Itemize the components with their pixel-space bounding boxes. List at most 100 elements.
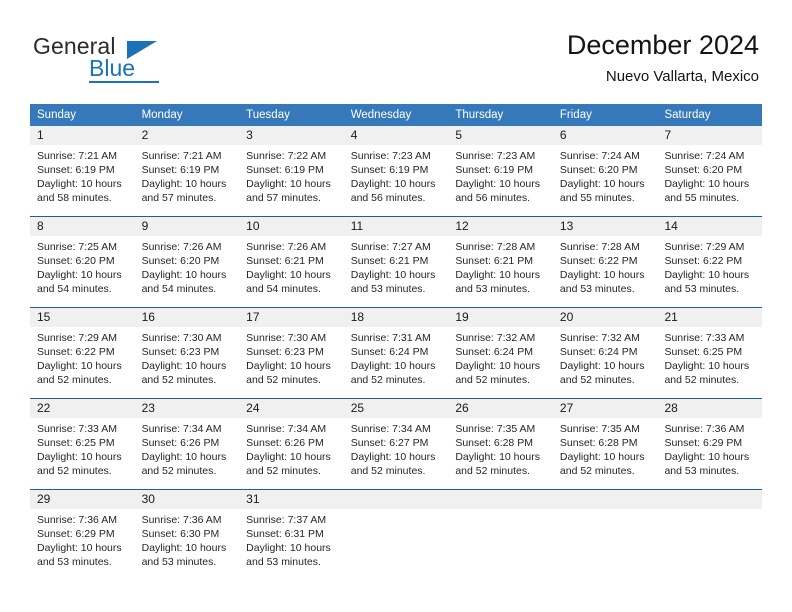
- day-cell[interactable]: Sunrise: 7:25 AM Sunset: 6:20 PM Daylight:…: [30, 236, 135, 307]
- day-number[interactable]: 31: [239, 490, 344, 509]
- day-sunset-text: Sunset: 6:24 PM: [455, 346, 533, 358]
- day-cell[interactable]: Sunrise: 7:26 AM Sunset: 6:21 PM Daylight:…: [239, 236, 344, 307]
- day-daylight-text: and 56 minutes.: [350, 192, 426, 204]
- day-daylight-text: and 57 minutes.: [141, 192, 217, 204]
- day-cell[interactable]: Sunrise: 7:28 AM Sunset: 6:22 PM Daylight:…: [553, 236, 658, 307]
- day-cell[interactable]: Sunrise: 7:29 AM Sunset: 6:22 PM Daylight:…: [657, 236, 762, 307]
- day-number[interactable]: 18: [344, 308, 449, 327]
- day-sunrise-text: Sunrise: 7:37 AM: [246, 514, 327, 526]
- day-number[interactable]: 8: [30, 217, 135, 236]
- day-cell-empty: [448, 509, 553, 575]
- day-cell[interactable]: Sunrise: 7:32 AM Sunset: 6:24 PM Daylight:…: [553, 327, 658, 398]
- day-cell[interactable]: Sunrise: 7:36 AM Sunset: 6:29 PM Daylight:…: [30, 509, 135, 575]
- day-cell[interactable]: Sunrise: 7:21 AM Sunset: 6:19 PM Daylight:…: [135, 145, 240, 216]
- day-cell[interactable]: Sunrise: 7:34 AM Sunset: 6:26 PM Daylight:…: [239, 418, 344, 489]
- day-cell[interactable]: Sunrise: 7:36 AM Sunset: 6:29 PM Daylight:…: [657, 418, 762, 489]
- day-number[interactable]: 7: [657, 126, 762, 145]
- week-daynumber-strip: 15 16 17 18 19 20 21: [30, 308, 762, 327]
- day-number[interactable]: 26: [448, 399, 553, 418]
- day-number[interactable]: 24: [239, 399, 344, 418]
- day-cell[interactable]: Sunrise: 7:37 AM Sunset: 6:31 PM Daylight:…: [239, 509, 344, 575]
- day-daylight-text: and 53 minutes.: [664, 283, 740, 295]
- day-number[interactable]: 6: [553, 126, 658, 145]
- day-cell[interactable]: Sunrise: 7:34 AM Sunset: 6:27 PM Daylight:…: [344, 418, 449, 489]
- day-sunset-text: Sunset: 6:19 PM: [37, 164, 115, 176]
- weekday-header-monday: Monday: [141, 109, 183, 121]
- day-daylight-text: Daylight: 10 hours: [664, 269, 750, 281]
- calendar-week-row: 15 16 17 18 19 20 21 Sunrise: 7:29 AM Sunset: 6:…: [30, 307, 762, 398]
- day-cell[interactable]: Sunrise: 7:29 AM Sunset: 6:22 PM Daylight:…: [30, 327, 135, 398]
- logo-text-blue: Blue: [89, 55, 136, 81]
- day-cell[interactable]: Sunrise: 7:24 AM Sunset: 6:20 PM Daylight:…: [657, 145, 762, 216]
- day-daylight-text: and 54 minutes.: [141, 283, 217, 295]
- day-daylight-text: and 58 minutes.: [37, 192, 112, 204]
- day-cell[interactable]: Sunrise: 7:31 AM Sunset: 6:24 PM Daylight:…: [344, 327, 449, 398]
- day-number[interactable]: 12: [448, 217, 553, 236]
- day-number[interactable]: 10: [239, 217, 344, 236]
- day-number[interactable]: 5: [448, 126, 553, 145]
- day-number[interactable]: 21: [657, 308, 762, 327]
- day-number[interactable]: 16: [135, 308, 240, 327]
- day-number[interactable]: 20: [553, 308, 658, 327]
- weekday-header-wednesday: Wednesday: [350, 109, 412, 121]
- day-number[interactable]: 29: [30, 490, 135, 509]
- day-daylight-text: and 52 minutes.: [455, 374, 531, 386]
- calendar-week-row: 29 30 31 Sunrise: 7:36 AM Sunset: 6:29 PM Day…: [30, 489, 762, 575]
- day-number[interactable]: 9: [135, 217, 240, 236]
- day-number[interactable]: 4: [344, 126, 449, 145]
- day-cell[interactable]: Sunrise: 7:36 AM Sunset: 6:30 PM Daylight:…: [135, 509, 240, 575]
- day-number[interactable]: 28: [657, 399, 762, 418]
- week-body-strip: Sunrise: 7:29 AM Sunset: 6:22 PM Daylight:…: [30, 327, 762, 398]
- day-sunrise-text: Sunrise: 7:33 AM: [664, 332, 745, 344]
- day-number[interactable]: 11: [344, 217, 449, 236]
- day-number[interactable]: 22: [30, 399, 135, 418]
- day-cell[interactable]: Sunrise: 7:21 AM Sunset: 6:19 PM Daylight:…: [30, 145, 135, 216]
- day-daylight-text: Daylight: 10 hours: [141, 178, 227, 190]
- day-cell[interactable]: Sunrise: 7:33 AM Sunset: 6:25 PM Daylight:…: [657, 327, 762, 398]
- general-blue-logo[interactable]: General Blue: [33, 33, 253, 85]
- day-cell[interactable]: Sunrise: 7:35 AM Sunset: 6:28 PM Daylight:…: [448, 418, 553, 489]
- day-number[interactable]: 19: [448, 308, 553, 327]
- day-number[interactable]: 15: [30, 308, 135, 327]
- day-number[interactable]: 17: [239, 308, 344, 327]
- day-cell[interactable]: Sunrise: 7:24 AM Sunset: 6:20 PM Daylight:…: [553, 145, 658, 216]
- day-number[interactable]: 14: [657, 217, 762, 236]
- day-number[interactable]: 3: [239, 126, 344, 145]
- calendar-weeks: 1 2 3 4 5 6 7 Sunrise: 7:21 AM Sunset: 6:19 PM Da…: [30, 126, 762, 575]
- day-cell[interactable]: Sunrise: 7:27 AM Sunset: 6:21 PM Daylight:…: [344, 236, 449, 307]
- day-cell[interactable]: Sunrise: 7:26 AM Sunset: 6:20 PM Daylight:…: [135, 236, 240, 307]
- day-sunrise-text: Sunrise: 7:34 AM: [246, 423, 327, 435]
- day-sunset-text: Sunset: 6:23 PM: [246, 346, 324, 358]
- day-sunrise-text: Sunrise: 7:21 AM: [141, 150, 222, 162]
- day-cell[interactable]: Sunrise: 7:32 AM Sunset: 6:24 PM Daylight:…: [448, 327, 553, 398]
- day-sunset-text: Sunset: 6:31 PM: [246, 528, 324, 540]
- day-daylight-text: Daylight: 10 hours: [246, 542, 331, 554]
- day-daylight-text: Daylight: 10 hours: [37, 269, 122, 281]
- day-sunrise-text: Sunrise: 7:36 AM: [37, 514, 117, 526]
- day-number[interactable]: 30: [135, 490, 240, 509]
- day-sunset-text: Sunset: 6:21 PM: [455, 255, 533, 267]
- day-number[interactable]: 13: [553, 217, 658, 236]
- day-sunset-text: Sunset: 6:24 PM: [559, 346, 638, 358]
- day-cell[interactable]: Sunrise: 7:23 AM Sunset: 6:19 PM Daylight:…: [344, 145, 449, 216]
- day-daylight-text: Daylight: 10 hours: [141, 451, 227, 463]
- week-body-strip: Sunrise: 7:36 AM Sunset: 6:29 PM Daylight:…: [30, 509, 762, 575]
- day-number[interactable]: 27: [553, 399, 658, 418]
- day-cell[interactable]: Sunrise: 7:35 AM Sunset: 6:28 PM Daylight:…: [553, 418, 658, 489]
- day-number[interactable]: 2: [135, 126, 240, 145]
- day-number[interactable]: 25: [344, 399, 449, 418]
- day-number[interactable]: 1: [30, 126, 135, 145]
- day-cell[interactable]: Sunrise: 7:30 AM Sunset: 6:23 PM Daylight:…: [239, 327, 344, 398]
- day-cell[interactable]: Sunrise: 7:28 AM Sunset: 6:21 PM Daylight:…: [448, 236, 553, 307]
- day-daylight-text: Daylight: 10 hours: [37, 360, 122, 372]
- day-cell[interactable]: Sunrise: 7:22 AM Sunset: 6:19 PM Daylight:…: [239, 145, 344, 216]
- day-sunrise-text: Sunrise: 7:26 AM: [246, 241, 327, 253]
- day-sunrise-text: Sunrise: 7:36 AM: [141, 514, 222, 526]
- day-number[interactable]: 23: [135, 399, 240, 418]
- week-daynumber-strip: 1234567: [30, 126, 762, 145]
- day-cell[interactable]: Sunrise: 7:34 AM Sunset: 6:26 PM Daylight:…: [135, 418, 240, 489]
- day-cell[interactable]: Sunrise: 7:23 AM Sunset: 6:19 PM Daylight:…: [448, 145, 553, 216]
- day-cell[interactable]: Sunrise: 7:33 AM Sunset: 6:25 PM Daylight:…: [30, 418, 135, 489]
- day-cell[interactable]: Sunrise: 7:30 AM Sunset: 6:23 PM Daylight:…: [135, 327, 240, 398]
- week-body-strip: Sunrise: 7:21 AM Sunset: 6:19 PM Daylight:…: [30, 145, 762, 216]
